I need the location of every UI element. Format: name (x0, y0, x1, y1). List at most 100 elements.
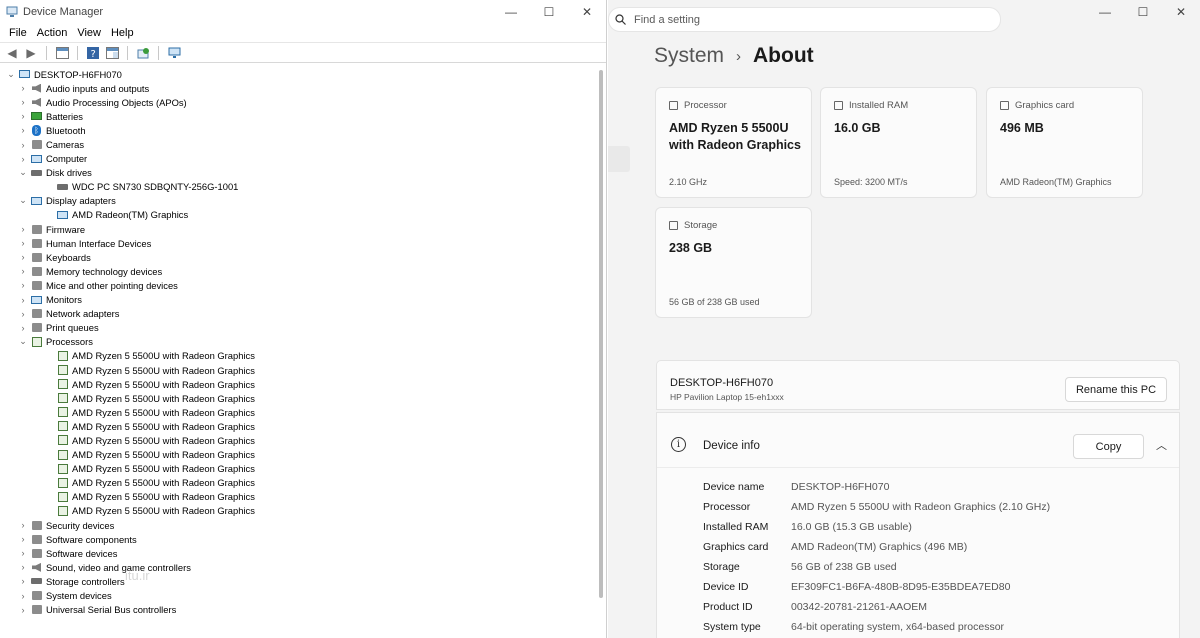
chevron-right-icon[interactable]: › (18, 520, 28, 530)
maximize-button[interactable]: ☐ (1124, 0, 1162, 24)
chevron-right-icon[interactable]: › (18, 562, 28, 572)
tree-label: AMD Ryzen 5 5500U with Radeon Graphics (72, 406, 255, 418)
pc-name-panel: DESKTOP-H6FH070 HP Pavilion Laptop 15-eh… (656, 360, 1180, 410)
processor-icon (57, 393, 68, 404)
scan-hardware-icon[interactable] (166, 45, 182, 61)
tree-category[interactable]: › Storage controllers (0, 574, 594, 588)
chevron-right-icon[interactable]: › (18, 295, 28, 305)
chevron-right-icon[interactable]: › (18, 154, 28, 164)
close-button[interactable]: ✕ (568, 0, 606, 24)
chevron-right-icon[interactable]: › (18, 111, 28, 121)
tree-category[interactable]: › Security devices (0, 518, 594, 532)
tree-category[interactable]: › Software devices (0, 546, 594, 560)
chevron-right-icon[interactable]: › (18, 576, 28, 586)
dm-menubar: File Action View Help (0, 24, 606, 42)
chevron-right-icon[interactable]: › (18, 605, 28, 615)
tree-device[interactable]: AMD Ryzen 5 5500U with Radeon Graphics (0, 349, 594, 363)
chevron-right-icon[interactable]: › (18, 591, 28, 601)
close-button[interactable]: ✕ (1162, 0, 1200, 24)
chevron-right-icon[interactable]: › (18, 224, 28, 234)
tree-category[interactable]: › Network adapters (0, 307, 594, 321)
chevron-down-icon[interactable]: ⌄ (18, 167, 28, 178)
rename-pc-button[interactable]: Rename this PC (1065, 377, 1167, 402)
tree-device[interactable]: AMD Ryzen 5 5500U with Radeon Graphics (0, 462, 594, 476)
tree-category[interactable]: › Computer (0, 152, 594, 166)
bluetooth-icon: ᛒ (31, 124, 42, 136)
tree-category[interactable]: › System devices (0, 588, 594, 602)
minimize-button[interactable]: — (492, 0, 530, 24)
chevron-down-icon[interactable]: ⌄ (18, 195, 28, 206)
chevron-right-icon[interactable]: › (18, 125, 28, 135)
chevron-right-icon[interactable]: › (18, 97, 28, 107)
chevron-down-icon[interactable]: ⌄ (6, 69, 16, 80)
tree-category[interactable]: › Human Interface Devices (0, 236, 594, 250)
tree-category[interactable]: › Software components (0, 532, 594, 546)
back-arrow-icon[interactable]: ◀ (4, 45, 20, 61)
chevron-right-icon[interactable]: › (18, 83, 28, 93)
tree-category[interactable]: › Audio Processing Objects (APOs) (0, 95, 594, 109)
tree-category[interactable]: ⌄ Processors (0, 335, 594, 349)
tree-device[interactable]: AMD Ryzen 5 5500U with Radeon Graphics (0, 377, 594, 391)
device-info-header[interactable]: i Device info Copy ︿ (657, 413, 1179, 468)
tree-device[interactable]: AMD Radeon(TM) Graphics (0, 208, 594, 222)
nav-selection-indicator[interactable] (608, 146, 630, 172)
tree-device[interactable]: AMD Ryzen 5 5500U with Radeon Graphics (0, 433, 594, 447)
tree-category[interactable]: › Universal Serial Bus controllers (0, 603, 594, 617)
chevron-right-icon[interactable]: › (18, 280, 28, 290)
tree-category[interactable]: › Batteries (0, 109, 594, 123)
tree-device[interactable]: AMD Ryzen 5 5500U with Radeon Graphics (0, 490, 594, 504)
chevron-right-icon[interactable]: › (18, 140, 28, 150)
tree-category[interactable]: › Keyboards (0, 250, 594, 264)
menu-view[interactable]: View (72, 27, 106, 39)
action-pane-icon[interactable] (104, 45, 120, 61)
tree-category[interactable]: › Print queues (0, 321, 594, 335)
menu-help[interactable]: Help (106, 27, 139, 39)
breadcrumb-system[interactable]: System (654, 44, 724, 68)
chevron-up-icon[interactable]: ︿ (1156, 437, 1167, 453)
tree-device[interactable]: WDC PC SN730 SDBQNTY-256G-1001 (0, 180, 594, 194)
properties-icon[interactable] (54, 45, 70, 61)
menu-action[interactable]: Action (32, 27, 73, 39)
tree-device[interactable]: AMD Ryzen 5 5500U with Radeon Graphics (0, 363, 594, 377)
tree-category[interactable]: ⌄ Display adapters (0, 194, 594, 208)
chevron-right-icon[interactable]: › (18, 309, 28, 319)
help-icon[interactable]: ? (85, 45, 101, 61)
tree-category[interactable]: › Sound, video and game controllers (0, 560, 594, 574)
menu-file[interactable]: File (4, 27, 32, 39)
chevron-right-icon[interactable]: › (18, 252, 28, 262)
tree-category[interactable]: › Cameras (0, 137, 594, 151)
tree-category[interactable]: › Mice and other pointing devices (0, 278, 594, 292)
chevron-right-icon[interactable]: › (18, 534, 28, 544)
tree-device[interactable]: AMD Ryzen 5 5500U with Radeon Graphics (0, 476, 594, 490)
spec-row: System type 64-bit operating system, x64-… (703, 621, 1004, 633)
tree-device[interactable]: AMD Ryzen 5 5500U with Radeon Graphics (0, 405, 594, 419)
search-input[interactable] (634, 13, 964, 26)
chevron-right-icon[interactable]: › (18, 548, 28, 558)
tree-category[interactable]: › Firmware (0, 222, 594, 236)
vertical-scrollbar[interactable] (599, 70, 603, 598)
tree-device[interactable]: AMD Ryzen 5 5500U with Radeon Graphics (0, 504, 594, 518)
chevron-down-icon[interactable]: ⌄ (18, 336, 28, 347)
forward-arrow-icon[interactable]: ▶ (23, 45, 39, 61)
tree-root[interactable]: ⌄ DESKTOP-H6FH070 (0, 67, 594, 81)
toolbar-divider (158, 45, 159, 60)
minimize-button[interactable]: — (1086, 0, 1124, 24)
chevron-right-icon[interactable]: › (18, 323, 28, 333)
chevron-right-icon[interactable]: › (18, 238, 28, 248)
chevron-right-icon[interactable]: › (18, 266, 28, 276)
processor-card-sub: 2.10 GHz (669, 177, 708, 187)
tree-category[interactable]: ⌄ Disk drives (0, 166, 594, 180)
update-driver-icon[interactable] (135, 45, 151, 61)
tree-device[interactable]: AMD Ryzen 5 5500U with Radeon Graphics (0, 448, 594, 462)
tree-category[interactable]: › Audio inputs and outputs (0, 81, 594, 95)
tree-device[interactable]: AMD Ryzen 5 5500U with Radeon Graphics (0, 419, 594, 433)
tree-category[interactable]: › Memory technology devices (0, 264, 594, 278)
tree-device[interactable]: AMD Ryzen 5 5500U with Radeon Graphics (0, 391, 594, 405)
monitor-icon (57, 210, 68, 220)
maximize-button[interactable]: ☐ (530, 0, 568, 24)
copy-button[interactable]: Copy (1073, 434, 1144, 459)
tree-category[interactable]: › ᛒ Bluetooth (0, 123, 594, 137)
search-box[interactable] (608, 7, 1001, 32)
tree-category[interactable]: › Monitors (0, 293, 594, 307)
processor-icon (57, 491, 68, 502)
